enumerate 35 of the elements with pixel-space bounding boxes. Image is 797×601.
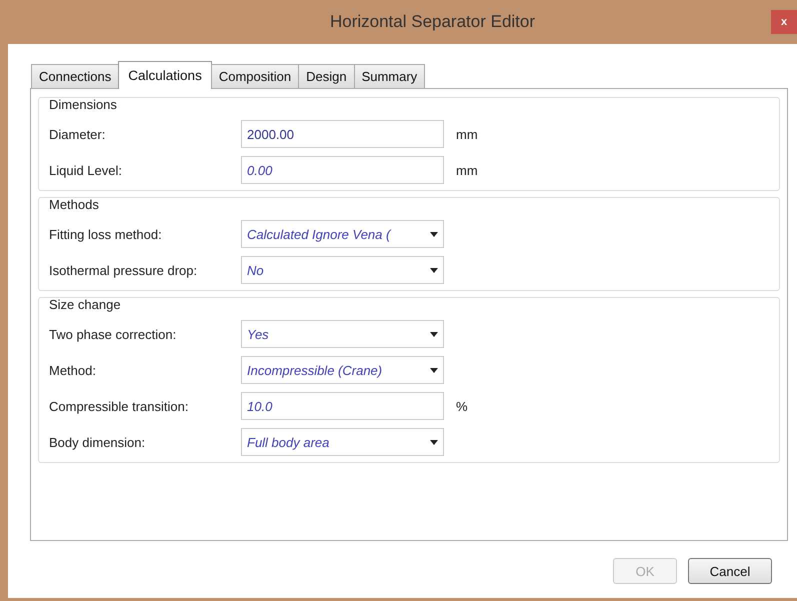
dropdown[interactable]: Yes (241, 320, 444, 348)
field-label: Fitting loss method: (49, 226, 163, 242)
dropdown[interactable]: No (241, 256, 444, 284)
close-button[interactable]: x (771, 10, 797, 34)
input-field[interactable]: 0.00 (241, 156, 444, 184)
dropdown[interactable]: Incompressible (Crane) (241, 356, 444, 384)
group-title: Size change (49, 297, 121, 312)
field-label: Method: (49, 362, 97, 378)
tab[interactable]: Calculations (118, 61, 212, 89)
group-title: Methods (49, 197, 99, 212)
group-title: Dimensions (49, 97, 117, 112)
dropdown[interactable]: Calculated Ignore Vena ( (241, 220, 444, 248)
field-label: Isothermal pressure drop: (49, 262, 198, 278)
field-label: Two phase correction: (49, 326, 178, 342)
input-field[interactable]: 10.0 (241, 392, 444, 420)
dialog-button[interactable]: Cancel (688, 558, 772, 584)
field-label: Body dimension: (49, 434, 146, 450)
field-label: Diameter: (49, 126, 106, 142)
caret-icon (430, 268, 438, 272)
unit-label: mm (456, 126, 478, 142)
tab[interactable]: Summary (354, 64, 426, 88)
caret-icon (430, 368, 438, 372)
caret-icon (430, 440, 438, 444)
dropdown[interactable]: Full body area (241, 428, 444, 456)
caret-icon (430, 332, 438, 336)
unit-label: mm (456, 162, 478, 178)
tab[interactable]: Connections (31, 64, 120, 88)
window-title: Horizontal Separator Editor (330, 12, 536, 32)
field-label: Compressible transition: (49, 398, 190, 414)
tab[interactable]: Composition (210, 64, 300, 88)
field-label: Liquid Level: (49, 162, 123, 178)
caret-icon (430, 232, 438, 236)
tab[interactable]: Design (298, 64, 355, 88)
input-field[interactable]: 2000.00 (241, 120, 444, 148)
unit-label: % (456, 398, 468, 414)
